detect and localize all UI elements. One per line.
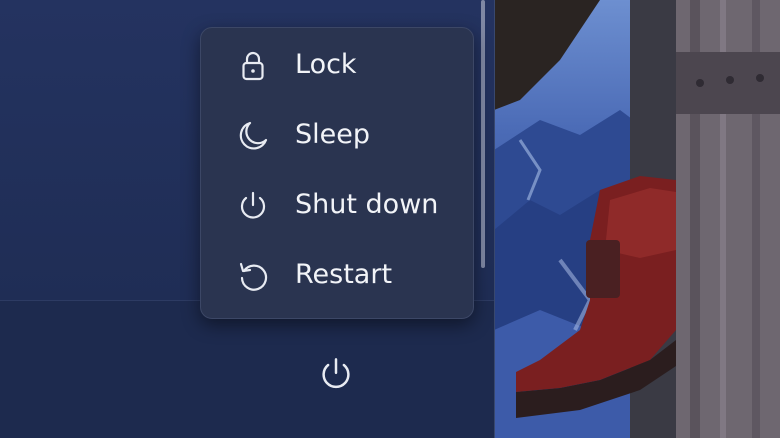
- power-icon: [237, 190, 269, 222]
- power-button[interactable]: [314, 352, 358, 396]
- scrollbar[interactable]: [481, 0, 485, 268]
- menu-item-shut-down[interactable]: Shut down: [207, 174, 467, 236]
- moon-icon: [237, 120, 269, 152]
- start-menu-footer: [0, 300, 494, 438]
- menu-item-sleep[interactable]: Sleep: [207, 104, 467, 166]
- restart-icon: [237, 260, 269, 292]
- menu-item-label: Sleep: [295, 119, 371, 150]
- dark-beam: [494, 0, 600, 110]
- menu-item-label: Lock: [295, 49, 357, 80]
- lock-icon: [237, 50, 269, 82]
- menu-item-lock[interactable]: Lock: [207, 34, 467, 96]
- power-options-menu: Lock Sleep Shut down Restart: [200, 27, 474, 319]
- screen: Lock Sleep Shut down Restart: [0, 0, 780, 438]
- menu-item-label: Shut down: [295, 189, 439, 220]
- boot-buckle: [586, 240, 620, 298]
- menu-item-restart[interactable]: Restart: [207, 244, 467, 306]
- power-icon: [322, 358, 350, 389]
- menu-item-label: Restart: [295, 259, 393, 290]
- start-menu: Lock Sleep Shut down Restart: [0, 0, 495, 438]
